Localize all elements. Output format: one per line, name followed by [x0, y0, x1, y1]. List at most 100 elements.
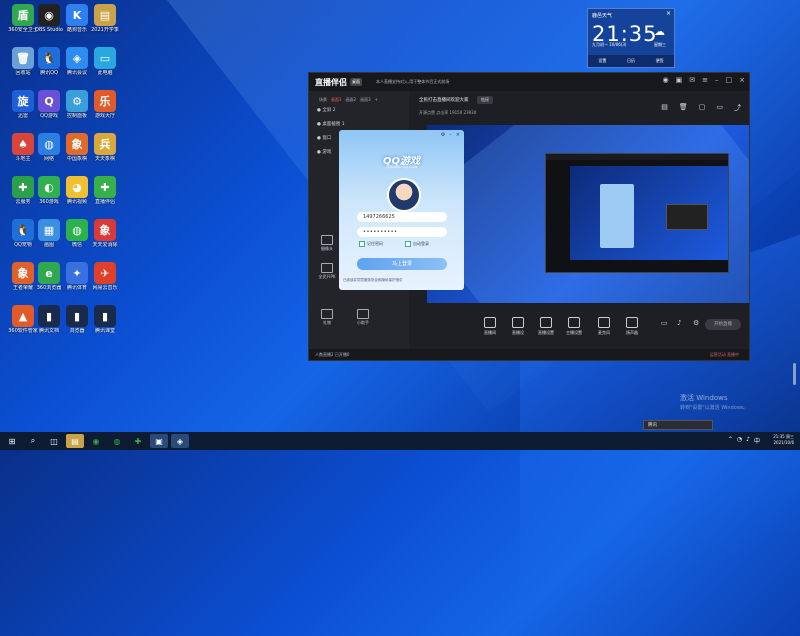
microphone-icon — [598, 317, 610, 328]
app-icon: ◍ — [66, 219, 88, 241]
app-icon: ▮ — [38, 305, 60, 327]
clock-weather-widget[interactable]: × 鹿邑天气 21:35 ☁ 九月初一 10/06(3) 星期三 设置 日历 便… — [587, 8, 675, 68]
ime-icon[interactable]: 中 — [754, 436, 760, 445]
wechat-icon[interactable]: ◍ — [108, 434, 126, 448]
message-icon[interactable]: ✉ — [689, 76, 695, 84]
password-field[interactable]: •••••••••• — [357, 227, 447, 237]
tool-button[interactable]: 直播设置 — [535, 317, 557, 336]
agreement-text[interactable]: 已阅读并同意服务协议和隐私保护指引 — [343, 278, 403, 283]
tooltip: 腾讯 — [643, 420, 713, 430]
gift-tool[interactable]: 礼物 — [315, 309, 339, 326]
speaker-button[interactable]: 扬声器 — [621, 317, 643, 336]
maximize-icon[interactable]: □ — [726, 76, 733, 84]
widget-tab[interactable]: 便签 — [656, 58, 664, 64]
menu-icon[interactable]: ≡ — [702, 76, 708, 84]
go-live-button[interactable]: 开始直播 — [705, 319, 741, 330]
gear-icon[interactable]: ⚙ — [693, 319, 699, 327]
login-button[interactable]: 马上登录 — [357, 258, 447, 270]
remember-password-checkbox[interactable]: 记住密码 — [359, 241, 383, 247]
tool-button[interactable]: 直播设 — [507, 317, 529, 336]
camera-icon — [321, 235, 333, 245]
desktop-icon[interactable]: ✚ 直播伴侣 — [88, 176, 122, 205]
tab-screen-1[interactable]: 画面1 — [331, 97, 342, 103]
share-icon[interactable]: ⤴ — [734, 103, 741, 113]
assistant-tool[interactable]: 小助手 — [351, 309, 375, 326]
tab-screen-2[interactable]: 画面2 — [346, 97, 357, 103]
scene-item[interactable]: ● 全屏 2 — [309, 103, 409, 117]
mic-button[interactable]: 麦克风 — [593, 317, 615, 336]
app-icon: ◕ — [66, 176, 88, 198]
window-icon[interactable]: ▭ — [716, 103, 723, 113]
file-explorer-icon[interactable]: ▤ — [66, 434, 84, 448]
skin-icon[interactable]: ▣ — [676, 76, 683, 84]
add-scene-icon[interactable]: + — [375, 97, 378, 103]
taskbar: ⊞ ⌕ ◫ ▤ ◉ ◍ ✚ ▣ ◈ ⌃ ◔ ♪ 中 21:35 周三 2021/… — [0, 432, 800, 450]
tab-scene[interactable]: 场景 — [319, 97, 327, 103]
task-view-icon[interactable]: ◫ — [45, 434, 63, 448]
desktop-icon[interactable]: ▤ 2021开学季 — [88, 4, 122, 33]
tray-clock[interactable]: 21:35 周三 2021/10/6 — [773, 434, 794, 446]
desktop-icon-label: 游戏大厅 — [94, 113, 115, 119]
gift-icon — [321, 309, 333, 319]
checkbox-icon — [359, 241, 365, 247]
desktop-icon-label: 天天爱消除 — [92, 242, 118, 248]
bottom-toolbar: 直播间 直播设 直播设置 主播设置 麦克风 扬声器 ▭ ♪ ⚙ 开始直播 — [409, 303, 749, 349]
app-icon: 旋 — [12, 90, 34, 112]
search-icon[interactable]: ⌕ — [24, 434, 42, 448]
browser-360-icon[interactable]: ◉ — [87, 434, 105, 448]
tray-up-icon[interactable]: ⌃ — [728, 436, 733, 445]
notice-text: 本人直播支持对入,用于整体节目正式前场 — [376, 79, 450, 84]
scene-item[interactable]: ● 桌面截图 1 — [309, 117, 409, 131]
camera-icon[interactable]: ▭ — [661, 319, 668, 327]
close-icon[interactable]: × — [456, 132, 460, 138]
desktop-icon-label: 此电脑 — [97, 70, 113, 76]
minimize-icon[interactable]: – — [715, 76, 719, 84]
scrollbar[interactable] — [793, 363, 796, 385]
desktop-icon[interactable]: 兵天天象棋 — [88, 133, 122, 162]
app-icon: ▲ — [12, 305, 34, 327]
desktop-icon[interactable]: 象天天爱消除 — [88, 219, 122, 248]
camera-settings-icon — [512, 317, 524, 328]
pk-tool[interactable]: 全民开PK — [315, 263, 339, 280]
status-left: 人数直播2 已开播0 — [315, 352, 350, 357]
stream-badge[interactable]: 链接 — [477, 96, 493, 104]
game-icon[interactable]: ▣ — [150, 434, 168, 448]
qq-game-taskbar-icon[interactable]: ◈ — [171, 434, 189, 448]
close-icon[interactable]: × — [666, 10, 671, 17]
avatar-icon[interactable]: ◉ — [663, 76, 669, 84]
account-field[interactable]: 1497266625 — [357, 212, 447, 222]
desktop-icon[interactable]: 乐游戏大厅 — [88, 90, 122, 119]
delete-icon[interactable]: 🗑 — [679, 103, 688, 113]
tool-button[interactable]: 直播间 — [479, 317, 501, 336]
close-icon[interactable]: × — [739, 76, 745, 84]
version-badge[interactable]: 桌面 — [350, 78, 362, 86]
app-icon: ✦ — [66, 262, 88, 284]
widget-tab[interactable]: 设置 — [598, 58, 606, 64]
settings-icon[interactable]: ⚙ — [441, 132, 445, 138]
tab-screen-3[interactable]: 画面3 — [360, 97, 371, 103]
app-icon: ◍ — [38, 133, 60, 155]
volume-icon[interactable]: ♪ — [746, 436, 750, 445]
start-icon[interactable]: ⊞ — [3, 434, 21, 448]
app-icon: ◉ — [38, 4, 60, 26]
widget-tab[interactable]: 日历 — [627, 58, 635, 64]
app-logo: 直播伴侣 — [315, 77, 347, 87]
record-icon[interactable]: ▢ — [699, 103, 706, 113]
live-companion-icon[interactable]: ✚ — [129, 434, 147, 448]
network-icon[interactable]: ◔ — [737, 436, 742, 445]
minimize-icon[interactable]: – — [449, 132, 452, 138]
camera-tool[interactable]: 摄像头 — [315, 235, 339, 252]
tool-button[interactable]: 主播设置 — [563, 317, 585, 336]
layout-icon[interactable]: ▤ — [661, 103, 668, 113]
mic-small-icon[interactable]: ♪ — [677, 319, 681, 327]
widget-day: 星期三 — [654, 42, 666, 47]
app-icon: e — [38, 262, 60, 284]
nested-preview-window — [545, 153, 729, 273]
auto-login-checkbox[interactable]: 自动登录 — [405, 241, 429, 247]
scene-tabs: 场景 画面1 画面2 画面3 + — [309, 91, 409, 103]
desktop-icon[interactable]: ✈ 网易云音乐 — [88, 262, 122, 291]
desktop-icon[interactable]: ▮ 腾讯课堂 — [88, 305, 122, 334]
desktop-icon[interactable]: ▭ 此电脑 — [88, 47, 122, 76]
stream-stats: 开源点赞 点击率 19150 23930 — [419, 110, 477, 115]
app-icon: 象 — [12, 262, 34, 284]
